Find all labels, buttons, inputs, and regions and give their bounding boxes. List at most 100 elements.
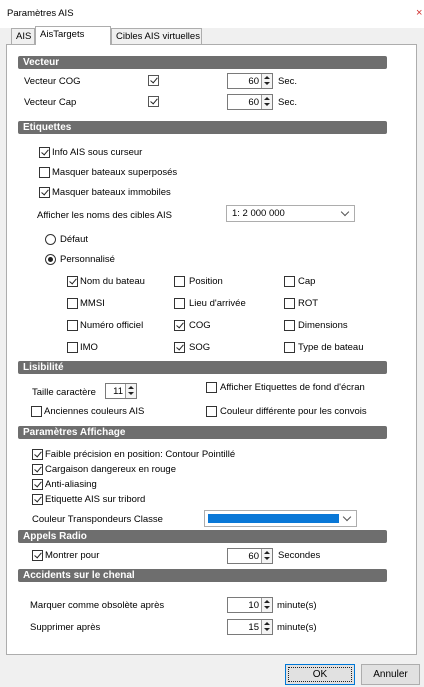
close-icon[interactable]: × (416, 6, 424, 20)
spin-arrows-icon[interactable] (125, 384, 136, 398)
delete-after-unit: minute(s) (277, 622, 317, 633)
mark-obsolete-spinner[interactable]: 10 (227, 597, 273, 613)
field-name-label: Nom du bateau (80, 276, 145, 287)
field-position-checkbox[interactable] (174, 276, 185, 287)
hide-overlap-label: Masquer bateaux superposés (52, 167, 178, 178)
vector-cap-label: Vecteur Cap (24, 97, 77, 108)
dangerous-cargo-checkbox[interactable] (32, 464, 43, 475)
field-position-label: Position (189, 276, 223, 287)
show-for-label: Montrer pour (45, 550, 100, 561)
transponder-label: Couleur Transpondeurs Classe (32, 514, 163, 525)
info-cursor-label: Info AIS sous curseur (52, 147, 143, 158)
vector-cog-value: 60 (248, 76, 259, 87)
transponder-color-select[interactable] (204, 510, 357, 527)
radio-custom-label: Personnalisé (60, 254, 115, 265)
radio-duration-value: 60 (248, 551, 259, 562)
field-sog-checkbox[interactable] (174, 342, 185, 353)
mark-obsolete-unit: minute(s) (277, 600, 317, 611)
tab-ais[interactable]: AIS (11, 28, 35, 44)
low-precision-label: Faible précision en position: Contour Po… (45, 449, 236, 460)
scale-value: 1: 2 000 000 (232, 208, 285, 219)
chevron-down-icon (340, 207, 350, 217)
spin-arrows-icon[interactable] (261, 598, 272, 612)
cancel-button[interactable]: Annuler (361, 664, 420, 685)
low-precision-checkbox[interactable] (32, 449, 43, 460)
hide-still-label: Masquer bateaux immobiles (52, 187, 171, 198)
antialiasing-label: Anti-aliasing (45, 479, 97, 490)
field-cog-label: COG (189, 320, 211, 331)
section-radio: Appels Radio (18, 530, 387, 543)
ok-button[interactable]: OK (285, 664, 355, 685)
starboard-label-text: Etiquette AIS sur tribord (45, 494, 146, 505)
field-official-label: Numéro officiel (80, 320, 144, 331)
field-sog-label: SOG (189, 342, 211, 353)
vector-cog-unit: Sec. (278, 76, 298, 87)
field-name-checkbox[interactable] (67, 276, 78, 287)
field-mmsi-label: MMSI (80, 298, 105, 309)
vector-cap-spinner[interactable]: 60 (227, 94, 273, 110)
info-cursor-checkbox[interactable] (39, 147, 50, 158)
vector-cog-checkbox[interactable] (148, 75, 159, 86)
starboard-label-checkbox[interactable] (32, 494, 43, 505)
vector-cap-unit: Sec. (278, 97, 298, 108)
old-colors-checkbox[interactable] (31, 406, 42, 417)
spin-arrows-icon[interactable] (261, 95, 272, 109)
font-size-spinner[interactable]: 11 (105, 383, 137, 399)
vector-cap-checkbox[interactable] (148, 96, 159, 107)
mark-obsolete-value: 10 (248, 600, 259, 611)
convoy-color-label: Couleur différente pour les convois (220, 406, 367, 417)
section-affichage: Paramètres Affichage (18, 426, 387, 439)
field-mmsi-checkbox[interactable] (67, 298, 78, 309)
transponder-color-swatch (208, 514, 339, 523)
radio-default-label: Défaut (60, 234, 88, 245)
antialiasing-checkbox[interactable] (32, 479, 43, 490)
field-type-label: Type de bateau (298, 342, 364, 353)
field-rot-label: ROT (298, 298, 319, 309)
font-size-label: Taille caractère (32, 387, 96, 398)
dangerous-cargo-label: Cargaison dangereux en rouge (45, 464, 176, 475)
hide-still-checkbox[interactable] (39, 187, 50, 198)
show-for-checkbox[interactable] (32, 550, 43, 561)
window-title: Paramètres AIS (7, 8, 74, 19)
mark-obsolete-label: Marquer comme obsolète après (30, 600, 165, 611)
spin-arrows-icon[interactable] (261, 620, 272, 634)
section-lisibilite: Lisibilité (18, 361, 387, 374)
vector-cog-label: Vecteur COG (24, 76, 81, 87)
hide-overlap-checkbox[interactable] (39, 167, 50, 178)
section-etiquettes: Etiquettes (18, 121, 387, 134)
field-cap-checkbox[interactable] (284, 276, 295, 287)
radio-custom[interactable] (45, 254, 56, 265)
radio-default[interactable] (45, 234, 56, 245)
field-imo-checkbox[interactable] (67, 342, 78, 353)
spin-arrows-icon[interactable] (261, 549, 272, 563)
field-dimensions-checkbox[interactable] (284, 320, 295, 331)
tab-aistargets[interactable]: AisTargets (35, 26, 111, 45)
vector-cog-spinner[interactable]: 60 (227, 73, 273, 89)
field-arrival-label: Lieu d'arrivée (189, 298, 246, 309)
focus-ring (288, 667, 352, 682)
field-arrival-checkbox[interactable] (174, 298, 185, 309)
section-accidents: Accidents sur le chenal (18, 569, 387, 582)
vector-cap-value: 60 (248, 97, 259, 108)
delete-after-spinner[interactable]: 15 (227, 619, 273, 635)
tab-virtual-targets[interactable]: Cibles AIS virtuelles (111, 28, 202, 44)
field-cog-checkbox[interactable] (174, 320, 185, 331)
bg-labels-checkbox[interactable] (206, 382, 217, 393)
font-size-value: 11 (113, 386, 123, 397)
delete-after-label: Supprimer après (30, 622, 101, 633)
field-official-checkbox[interactable] (67, 320, 78, 331)
field-imo-label: IMO (80, 342, 98, 353)
bg-labels-label: Afficher Etiquettes de fond d'écran (220, 382, 365, 393)
convoy-color-checkbox[interactable] (206, 406, 217, 417)
scale-select[interactable]: 1: 2 000 000 (226, 205, 355, 222)
spin-arrows-icon[interactable] (261, 74, 272, 88)
chevron-down-icon (342, 512, 352, 522)
radio-duration-unit: Secondes (278, 550, 321, 561)
section-vecteur: Vecteur (18, 56, 387, 69)
radio-duration-spinner[interactable]: 60 (227, 548, 273, 564)
old-colors-label: Anciennes couleurs AIS (44, 406, 145, 417)
delete-after-value: 15 (248, 622, 259, 633)
field-dimensions-label: Dimensions (298, 320, 348, 331)
field-type-checkbox[interactable] (284, 342, 295, 353)
field-rot-checkbox[interactable] (284, 298, 295, 309)
